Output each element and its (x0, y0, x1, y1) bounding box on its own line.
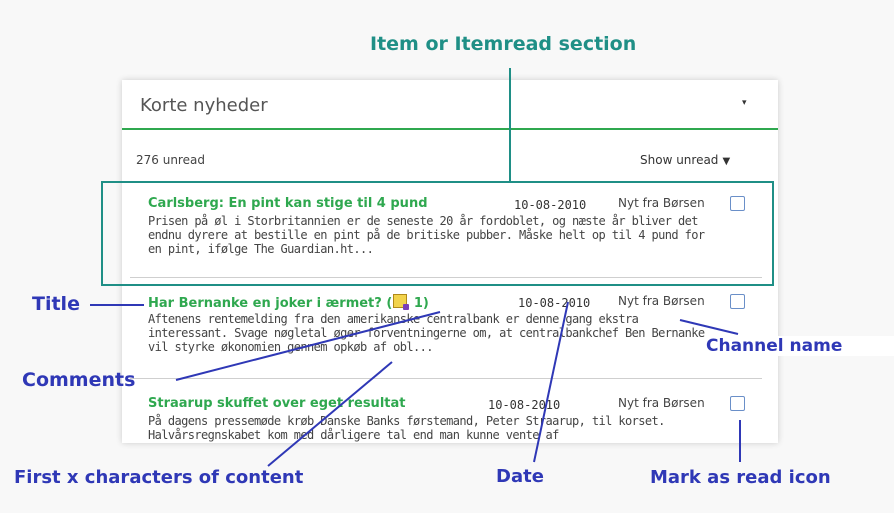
annotation-item-section: Item or Itemread section (370, 33, 637, 55)
feed-title: Korte nyheder (140, 95, 268, 116)
item-title[interactable]: Straarup skuffet over eget resultat (148, 396, 405, 411)
annotation-date: Date (496, 466, 544, 487)
item-date: 10-08-2010 (518, 296, 591, 310)
chevron-down-icon: ▼ (722, 156, 731, 167)
item-channel: Nyt fra Børsen (618, 294, 705, 308)
item-excerpt: Prisen på øl i Storbritannien er de sene… (148, 214, 705, 256)
annotation-channel-name: Channel name (706, 336, 894, 356)
annotation-first-characters: First x characters of content (14, 467, 304, 488)
annotation-comments: Comments (22, 369, 136, 391)
item-title[interactable]: Carlsberg: En pint kan stige til 4 pund (148, 196, 428, 211)
annotation-mark-as-read: Mark as read icon (650, 467, 831, 488)
comment-icon[interactable] (393, 294, 410, 310)
chevron-down-icon[interactable]: ▾ (742, 98, 747, 108)
item-date: 10-08-2010 (488, 398, 561, 412)
item-divider (130, 277, 762, 278)
annotation-title: Title (32, 293, 80, 315)
show-unread-dropdown[interactable]: Show unread ▼ (640, 153, 730, 167)
item-excerpt: Aftenens rentemelding fra den amerikansk… (148, 312, 705, 354)
unread-count: 276 unread (136, 153, 205, 167)
comment-count[interactable]: 1) (414, 296, 429, 311)
item-date: 10-08-2010 (514, 198, 587, 212)
mark-as-read-checkbox[interactable] (730, 294, 745, 309)
item-channel: Nyt fra Børsen (618, 196, 705, 210)
show-unread-label: Show unread (640, 153, 719, 167)
item-channel: Nyt fra Børsen (618, 396, 705, 410)
item-divider (130, 378, 762, 379)
mark-as-read-checkbox[interactable] (730, 196, 745, 211)
item-excerpt: På dagens pressemøde krøb Danske Banks f… (148, 414, 665, 442)
comment-open: ( (386, 296, 393, 311)
feed-panel: Korte nyheder ▾ 276 unread Show unread ▼ … (122, 80, 778, 443)
feed-selector[interactable]: Korte nyheder ▾ (122, 80, 778, 130)
item-title[interactable]: Har Bernanke en joker i ærmet? (148, 296, 382, 311)
mark-as-read-checkbox[interactable] (730, 396, 745, 411)
item-title-row: Har Bernanke en joker i ærmet? ( 1) (148, 294, 429, 311)
